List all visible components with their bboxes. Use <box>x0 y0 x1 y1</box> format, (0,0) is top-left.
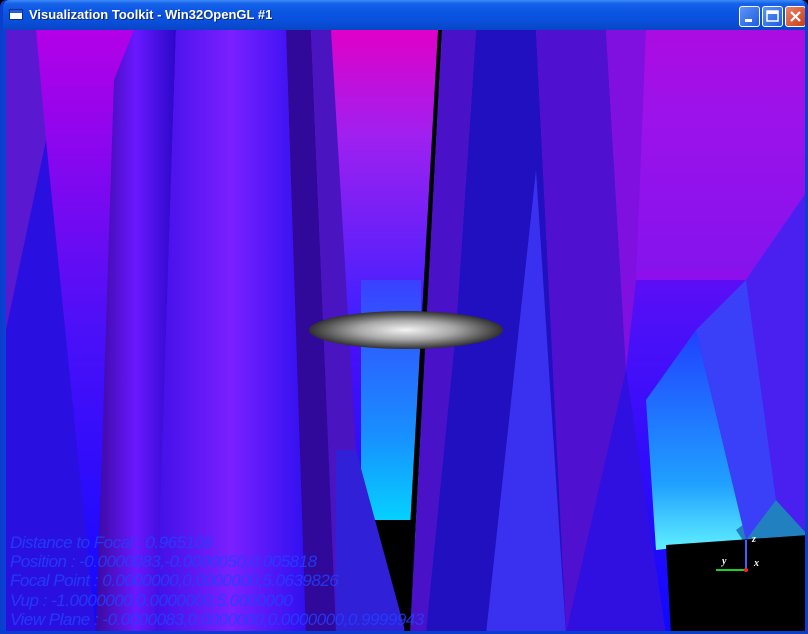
readout-line: Vup : -1.0000000,0.0000000,5.0000000 <box>10 590 293 610</box>
title-bar[interactable]: Visualization Toolkit - Win32OpenGL #1 <box>3 0 805 30</box>
window-title: Visualization Toolkit - Win32OpenGL #1 <box>29 7 273 22</box>
close-icon <box>790 11 801 22</box>
axis-label-x: x <box>754 558 759 569</box>
app-window-icon[interactable] <box>9 9 23 20</box>
minimize-button[interactable] <box>739 6 760 27</box>
vtk-render-window: Visualization Toolkit - Win32OpenGL #1 D… <box>0 0 808 634</box>
readout-line: Position : -0.0000083,-0.0000050,0.00581… <box>10 552 317 572</box>
axes-glyph-icon <box>716 540 748 572</box>
maximize-button[interactable] <box>762 6 783 27</box>
axis-label-z: z <box>752 534 756 545</box>
orientation-axes-widget: z y x <box>714 528 774 576</box>
maximize-icon <box>766 10 779 22</box>
render-viewport[interactable]: Distance to Focal : 0.965108 Position : … <box>6 30 805 631</box>
close-button[interactable] <box>785 6 805 27</box>
camera-readout: Distance to Focal : 0.965108 Position : … <box>10 533 424 629</box>
readout-line: Distance to Focal : 0.965108 <box>10 533 213 552</box>
readout-line: View Plane : -0.0000083,0.0000000,0.0000… <box>10 609 424 629</box>
axis-label-y: y <box>722 556 727 567</box>
readout-line: Focal Point : 0.0000000,0.0000000,5.0639… <box>10 571 339 591</box>
minimize-icon <box>745 19 752 22</box>
